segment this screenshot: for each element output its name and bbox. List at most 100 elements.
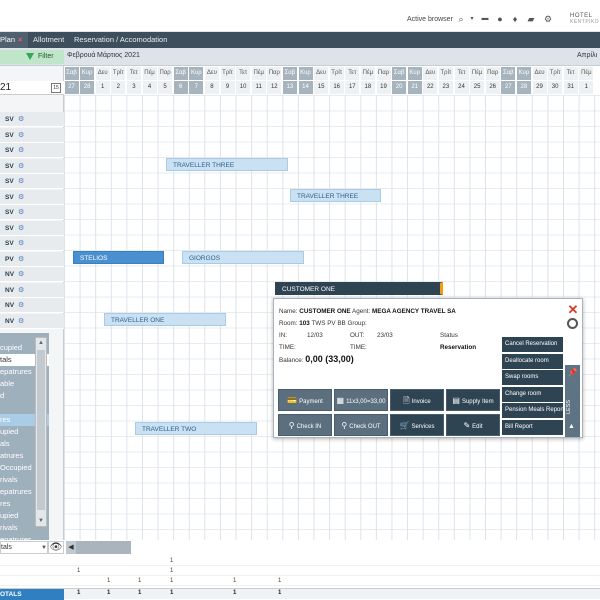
booking-bar[interactable]: TRAVELLER ONE xyxy=(104,313,226,326)
day-number[interactable]: 24 xyxy=(454,81,469,94)
room-row-label[interactable]: SV ⚙ xyxy=(0,236,64,251)
day-number[interactable]: 28 xyxy=(80,81,95,94)
room-status-icon[interactable]: ⚙ xyxy=(18,270,24,278)
action-button[interactable]: ⚲ Check IN xyxy=(278,414,332,436)
user-icon[interactable]: ● xyxy=(494,13,506,25)
dropdown-scrollbar[interactable]: ▲ ▼ xyxy=(35,337,47,527)
day-number[interactable]: 20 xyxy=(392,81,407,94)
day-number[interactable]: 31 xyxy=(563,81,578,94)
scroll-down-icon[interactable]: ▼ xyxy=(36,516,46,526)
day-number[interactable]: 8 xyxy=(204,81,219,94)
scroll-up-icon[interactable]: ▲ xyxy=(36,338,46,348)
day-number[interactable]: 14 xyxy=(298,81,313,94)
room-status-icon[interactable]: ⚙ xyxy=(18,239,24,247)
room-row-label[interactable]: NV ⚙ xyxy=(0,298,64,313)
day-number[interactable]: 29 xyxy=(532,81,547,94)
pin-icon[interactable]: 📌 xyxy=(567,367,578,378)
chat-icon[interactable]: ▰ xyxy=(525,13,537,25)
booking-bar[interactable]: GIORGOS xyxy=(182,251,304,264)
tab-close-icon[interactable]: × xyxy=(18,35,22,44)
refresh-icon[interactable] xyxy=(567,318,578,329)
room-row-label[interactable]: SV ⚙ xyxy=(0,127,64,143)
day-number[interactable]: 27 xyxy=(64,81,79,94)
menu-item[interactable]: Pension Meals Report xyxy=(502,403,563,418)
room-status-icon[interactable]: ⚙ xyxy=(18,317,24,325)
room-status-icon[interactable]: ⚙ xyxy=(18,131,24,139)
day-number[interactable]: 2 xyxy=(111,81,126,94)
day-number[interactable]: 13 xyxy=(282,81,297,94)
action-button[interactable]: ▦ 11x3,00=33,00 xyxy=(334,389,388,411)
scroll-thumb[interactable] xyxy=(37,350,45,510)
room-row-label[interactable]: NV ⚙ xyxy=(0,267,64,282)
day-number[interactable]: 19 xyxy=(376,81,391,94)
day-number[interactable]: 25 xyxy=(470,81,485,94)
menu-item[interactable]: Bill Report xyxy=(502,419,563,435)
action-button[interactable]: 🗎 Invoice xyxy=(390,389,444,411)
day-number[interactable]: 4 xyxy=(142,81,157,94)
day-number[interactable]: 12 xyxy=(267,81,282,94)
day-number[interactable]: 1 xyxy=(579,81,594,94)
day-number[interactable]: 16 xyxy=(329,81,344,94)
minus-icon[interactable]: ▬ xyxy=(479,13,491,25)
room-status-icon[interactable]: ⚙ xyxy=(18,255,24,263)
action-button[interactable]: ⚲ Check OUT xyxy=(334,414,388,436)
day-number[interactable]: 10 xyxy=(236,81,251,94)
day-number[interactable]: 17 xyxy=(345,81,360,94)
day-number[interactable]: 5 xyxy=(158,81,173,94)
menu-item[interactable]: Change room xyxy=(502,386,563,402)
calendar-icon[interactable]: 15 xyxy=(51,83,61,93)
room-row-label[interactable]: SV ⚙ xyxy=(0,220,64,236)
day-number[interactable]: 30 xyxy=(548,81,563,94)
booking-bar[interactable]: TRAVELLER TWO xyxy=(135,422,257,435)
scroll-left-icon[interactable]: ◀ xyxy=(66,541,76,554)
room-status-icon[interactable]: ⚙ xyxy=(18,301,24,309)
dropdown-option[interactable]: epatrures xyxy=(0,534,49,540)
room-status-icon[interactable]: ⚙ xyxy=(18,224,24,232)
action-button[interactable]: ✎ Edit xyxy=(446,414,500,436)
day-number[interactable]: 23 xyxy=(438,81,453,94)
day-number[interactable]: 22 xyxy=(423,81,438,94)
totals-select[interactable]: tals ▼ xyxy=(0,541,48,554)
day-number[interactable]: 9 xyxy=(220,81,235,94)
menu-item[interactable]: Swap rooms xyxy=(502,370,563,385)
menu-item[interactable]: Cancel Reservation xyxy=(502,337,563,352)
booking-bar[interactable]: TRAVELLER THREE xyxy=(290,189,381,202)
chevron-up-icon[interactable]: ▲ xyxy=(568,423,575,430)
room-status-icon[interactable]: ⚙ xyxy=(18,115,24,123)
day-number[interactable]: 7 xyxy=(189,81,204,94)
close-icon[interactable]: ✕ xyxy=(567,303,579,316)
action-button[interactable]: 🛒 Services xyxy=(390,414,444,436)
room-row-label[interactable]: NV ⚙ xyxy=(0,313,64,329)
day-number[interactable]: 28 xyxy=(516,81,531,94)
action-button[interactable]: 💳 Payment xyxy=(278,389,332,411)
room-row-label[interactable]: SV ⚙ xyxy=(0,143,64,158)
tab-allotment[interactable]: Allotment xyxy=(27,32,70,48)
day-number[interactable]: 3 xyxy=(126,81,141,94)
bell-icon[interactable]: ♦ xyxy=(509,13,521,25)
menu-item[interactable]: Deallocate room xyxy=(502,353,563,369)
day-number[interactable]: 18 xyxy=(360,81,375,94)
booking-bar[interactable]: TRAVELLER THREE xyxy=(166,158,288,171)
room-row-label[interactable]: SV ⚙ xyxy=(0,174,64,189)
room-status-icon[interactable]: ⚙ xyxy=(18,146,24,154)
settings-icon[interactable]: ⚙ xyxy=(542,13,554,25)
room-status-icon[interactable]: ⚙ xyxy=(18,162,24,170)
room-row-label[interactable]: SV ⚙ xyxy=(0,112,64,127)
day-number[interactable]: 21 xyxy=(407,81,422,94)
horizontal-scroll-thumb[interactable] xyxy=(76,541,131,554)
room-row-label[interactable]: SV ⚙ xyxy=(0,158,64,174)
room-row-label[interactable]: PV ⚙ xyxy=(0,251,64,267)
day-number[interactable]: 15 xyxy=(314,81,329,94)
day-number[interactable]: 1 xyxy=(95,81,110,94)
room-status-icon[interactable]: ⚙ xyxy=(18,286,24,294)
room-row-label[interactable]: SV ⚙ xyxy=(0,205,64,220)
tab-plan[interactable]: Plan × xyxy=(0,32,29,48)
filter-button[interactable]: Filter xyxy=(0,50,64,64)
room-status-icon[interactable]: ⚙ xyxy=(18,193,24,201)
chevron-down-icon[interactable]: ▾ xyxy=(466,13,478,25)
day-number[interactable]: 26 xyxy=(485,81,500,94)
room-row-label[interactable]: NV ⚙ xyxy=(0,282,64,298)
room-status-icon[interactable]: ⚙ xyxy=(18,208,24,216)
tab-reservation-accomodation[interactable]: Reservation / Accomodation xyxy=(68,32,173,48)
less-toggle[interactable]: LESS xyxy=(566,395,579,419)
